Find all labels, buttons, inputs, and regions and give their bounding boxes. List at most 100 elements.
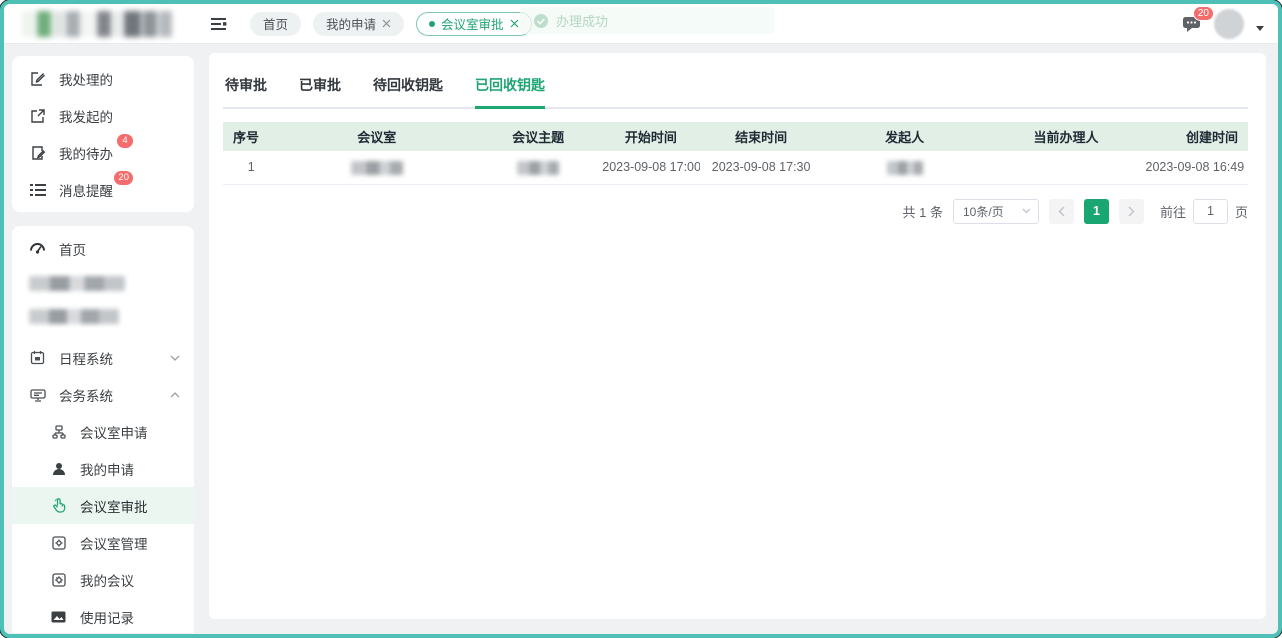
sidebar-item-label: 使用记录 xyxy=(80,607,134,627)
sidebar-item-label: 首页 xyxy=(59,239,86,259)
board-icon xyxy=(29,388,46,402)
sidebar-item-label: 我的申请 xyxy=(80,459,134,479)
tab-keys-recovered[interactable]: 已回收钥匙 xyxy=(475,71,545,107)
avatar[interactable] xyxy=(1214,9,1244,39)
tab-pending-approval[interactable]: 待审批 xyxy=(225,71,267,107)
cell-created: 2023-09-08 16:49 xyxy=(1146,151,1249,184)
page-size-value: 10条/页 xyxy=(963,203,1004,220)
cell-end: 2023-09-08 17:30 xyxy=(700,151,823,184)
main-area: 待审批 已审批 待回收钥匙 已回收钥匙 序号 会议室 会议主题 xyxy=(200,44,1278,633)
col-header-created: 创建时间 xyxy=(1146,122,1249,151)
sidebar-item-my-initiated[interactable]: 我发起的 xyxy=(12,97,194,134)
redacted-label xyxy=(29,309,119,324)
sidebar-item-my-application[interactable]: 我的申请 xyxy=(12,450,194,487)
sidebar: 我处理的 我发起的 我的待办4 xyxy=(4,44,200,633)
edit-square-icon xyxy=(29,71,46,87)
gear-square-icon xyxy=(50,573,67,587)
sidebar-item-redacted[interactable] xyxy=(12,267,194,300)
app-logo xyxy=(22,11,172,37)
sidebar-item-label: 会议室申请 xyxy=(80,422,148,442)
sidebar-item-label: 会议室管理 xyxy=(80,533,148,553)
page-unit-label: 页 xyxy=(1235,202,1248,221)
col-header-seq: 序号 xyxy=(223,122,279,151)
meeting-table: 序号 会议室 会议主题 开始时间 结束时间 发起人 当前办理人 创建时间 1 xyxy=(223,122,1248,185)
breadcrumb-tab-home[interactable]: 首页 xyxy=(250,12,301,36)
col-header-room: 会议室 xyxy=(279,122,474,151)
breadcrumb-tab-room-approval[interactable]: 会议室审批 xyxy=(416,12,532,36)
sidebar-quick-card: 我处理的 我发起的 我的待办4 xyxy=(12,56,194,212)
page-size-select[interactable]: 10条/页 xyxy=(953,199,1039,224)
share-square-icon xyxy=(29,108,46,124)
redacted-room xyxy=(351,161,403,175)
sidebar-item-room-application[interactable]: 会议室申请 xyxy=(12,413,194,450)
sidebar-item-room-approval[interactable]: 会议室审批 xyxy=(12,487,194,524)
message-icon[interactable]: 20 xyxy=(1182,15,1202,33)
header-right: 20 xyxy=(1182,9,1264,39)
cell-handler xyxy=(987,151,1146,184)
close-tab-icon[interactable] xyxy=(510,19,519,28)
chevron-down-icon xyxy=(1022,208,1031,214)
sidebar-item-message-reminder[interactable]: 消息提醒20 xyxy=(12,171,194,208)
redacted-initiator xyxy=(887,161,923,175)
message-badge: 20 xyxy=(1193,6,1214,21)
col-header-initiator: 发起人 xyxy=(823,122,987,151)
redacted-topic xyxy=(517,161,559,175)
sidebar-item-my-todo[interactable]: 我的待办4 xyxy=(12,134,194,171)
success-toast: 办理成功 xyxy=(520,7,774,34)
dashboard-icon xyxy=(29,242,46,255)
sidebar-item-home[interactable]: 首页 xyxy=(12,230,194,267)
sidebar-item-redacted[interactable] xyxy=(12,300,194,333)
sidebar-item-schedule-system[interactable]: 日程系统 xyxy=(12,339,194,376)
tab-keys-to-recover[interactable]: 待回收钥匙 xyxy=(373,71,443,107)
avatar-dropdown-icon[interactable] xyxy=(1256,26,1264,31)
sidebar-item-label: 我的待办4 xyxy=(59,143,113,163)
sidebar-item-label: 会务系统 xyxy=(59,385,113,405)
chevron-up-icon xyxy=(170,392,180,398)
col-header-end: 结束时间 xyxy=(700,122,823,151)
next-page-button[interactable] xyxy=(1119,199,1144,224)
approval-tabs: 待审批 已审批 待回收钥匙 已回收钥匙 xyxy=(223,71,1248,109)
pagination: 共 1 条 10条/页 1 前往 页 xyxy=(223,199,1248,224)
app-window: 首页 我的申请 会议室审批 xyxy=(0,0,1282,638)
todo-badge: 4 xyxy=(117,134,133,148)
toast-text: 办理成功 xyxy=(556,11,608,30)
sidebar-item-my-processed[interactable]: 我处理的 xyxy=(12,60,194,97)
cell-seq: 1 xyxy=(223,151,279,184)
sidebar-item-label: 消息提醒20 xyxy=(59,180,113,200)
image-icon xyxy=(50,611,67,623)
redacted-label xyxy=(29,276,125,291)
chevron-left-icon xyxy=(1058,206,1065,217)
active-dot-icon xyxy=(429,21,435,27)
breadcrumb-tab-my-applications[interactable]: 我的申请 xyxy=(313,12,404,36)
breadcrumb-tab-label: 首页 xyxy=(263,14,288,33)
col-header-topic: 会议主题 xyxy=(474,122,602,151)
tab-approved[interactable]: 已审批 xyxy=(299,71,341,107)
sidebar-item-label: 会议室审批 xyxy=(80,496,148,516)
breadcrumb: 首页 我的申请 会议室审批 xyxy=(250,12,532,36)
cell-initiator xyxy=(823,151,987,184)
goto-page-input[interactable] xyxy=(1193,199,1228,224)
sidebar-item-label: 日程系统 xyxy=(59,348,113,368)
gear-square-icon xyxy=(50,536,67,550)
prev-page-button[interactable] xyxy=(1049,199,1074,224)
goto-label: 前往 xyxy=(1160,202,1186,221)
hand-pointer-icon xyxy=(50,498,67,513)
table-header-row: 序号 会议室 会议主题 开始时间 结束时间 发起人 当前办理人 创建时间 xyxy=(223,122,1248,151)
breadcrumb-tab-label: 会议室审批 xyxy=(441,14,504,33)
sidebar-item-label: 我的会议 xyxy=(80,570,134,590)
list-icon xyxy=(29,183,46,197)
sidebar-item-usage-records[interactable]: 使用记录 xyxy=(12,598,194,633)
doc-edit-icon xyxy=(29,145,46,161)
sidebar-item-meeting-system[interactable]: 会务系统 xyxy=(12,376,194,413)
content-panel: 待审批 已审批 待回收钥匙 已回收钥匙 序号 会议室 会议主题 xyxy=(209,53,1266,619)
cell-topic xyxy=(474,151,602,184)
person-icon xyxy=(50,462,67,476)
sidebar-item-room-management[interactable]: 会议室管理 xyxy=(12,524,194,561)
total-count: 共 1 条 xyxy=(903,202,943,221)
col-header-handler: 当前办理人 xyxy=(987,122,1146,151)
sidebar-item-my-meetings[interactable]: 我的会议 xyxy=(12,561,194,598)
close-tab-icon[interactable] xyxy=(382,19,391,28)
page-number-1[interactable]: 1 xyxy=(1084,199,1109,224)
collapse-sidebar-icon[interactable] xyxy=(210,16,228,32)
calendar-icon xyxy=(29,350,46,365)
